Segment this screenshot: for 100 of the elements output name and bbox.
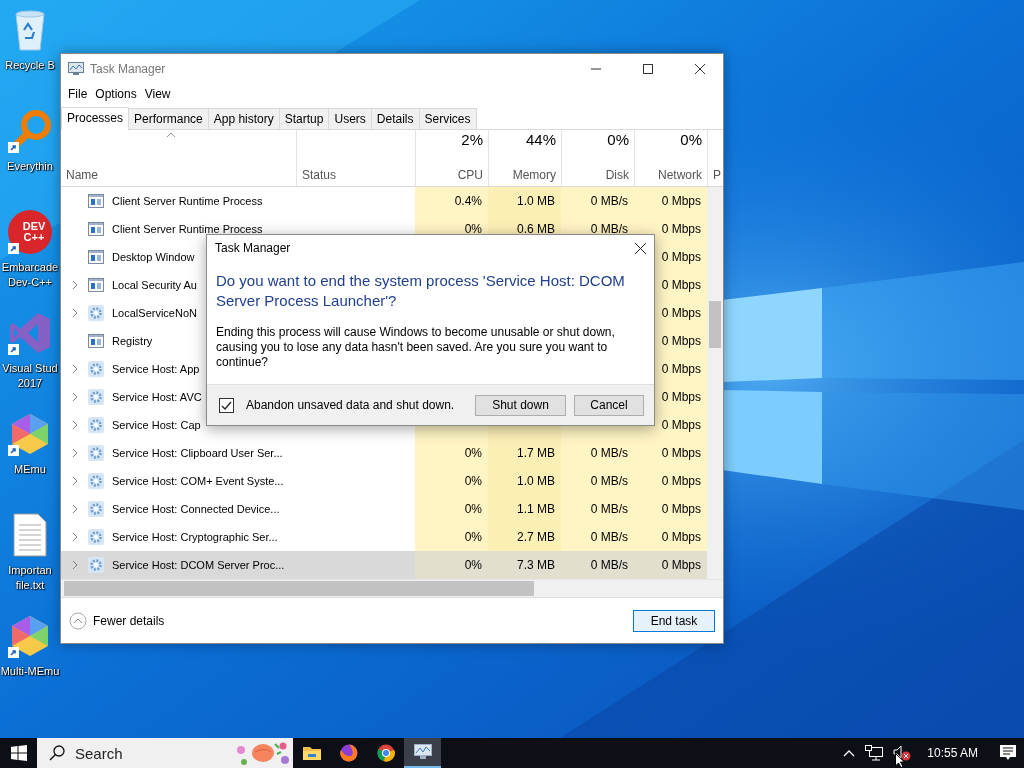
- process-name: Service Host: COM+ Event Syste...: [112, 475, 284, 487]
- shortcut-arrow-icon: [8, 445, 19, 456]
- cancel-button[interactable]: Cancel: [574, 394, 644, 416]
- tab[interactable]: Performance: [128, 108, 209, 129]
- horizontal-scrollbar[interactable]: [61, 579, 723, 597]
- table-cell: 0 MB/s: [590, 222, 628, 236]
- chevron-right-icon[interactable]: [72, 448, 78, 458]
- tab[interactable]: Processes: [61, 107, 130, 130]
- windows-start-icon[interactable]: [10, 745, 27, 761]
- gear-icon: [88, 417, 104, 433]
- chevron-right-icon[interactable]: [72, 308, 78, 318]
- table-cell: 1.0 MB: [517, 194, 555, 208]
- process-row[interactable]: Service Host: COM+ Event Syste... 0% 1.0 MB 0 MB/s 0 Mbps: [61, 467, 707, 495]
- process-row[interactable]: Service Host: Cryptographic Ser... 0% 2.7 MB 0 MB/s 0 Mbps: [61, 523, 707, 551]
- table-cell: 7.3 MB: [517, 558, 555, 572]
- network-icon[interactable]: [865, 745, 884, 761]
- gear-icon: [88, 445, 104, 461]
- table-cell: 0.6 MB: [517, 222, 555, 236]
- shortcut-arrow-icon: [8, 647, 19, 658]
- collapse-icon[interactable]: [69, 611, 87, 630]
- column-header[interactable]: Status: [302, 168, 410, 182]
- process-row[interactable]: Service Host: DCOM Server Proc... 0% 7.3 MB 0 MB/s 0 Mbps: [61, 551, 707, 579]
- process-row[interactable]: Service Host: Connected Device... 0% 1.1 MB 0 MB/s 0 Mbps: [61, 495, 707, 523]
- table-cell: 0 Mbps: [661, 418, 701, 432]
- table-cell: 0 Mbps: [661, 306, 701, 320]
- column-header[interactable]: CPU: [457, 168, 483, 182]
- gear-icon: [88, 361, 104, 377]
- menu-item[interactable]: Options: [91, 87, 141, 101]
- tab[interactable]: App history: [207, 108, 280, 129]
- gear-icon: [88, 305, 104, 321]
- checkbox-label[interactable]: Abandon unsaved data and shut down.: [246, 398, 467, 412]
- table-cell: 0 Mbps: [661, 446, 701, 460]
- column-header[interactable]: Memory: [512, 168, 556, 182]
- gear-icon: [88, 501, 104, 517]
- clock-time[interactable]: 10:55 AM: [927, 746, 978, 760]
- folder-icon[interactable]: [302, 745, 321, 761]
- table-cell: 0%: [464, 474, 482, 488]
- process-name: Service Host: DCOM Server Proc...: [112, 559, 285, 571]
- usage-percent: 2%: [461, 131, 483, 148]
- tab[interactable]: Services: [418, 108, 477, 129]
- shut-down-button[interactable]: Shut down: [475, 394, 566, 416]
- vertical-scrollbar[interactable]: [707, 187, 723, 579]
- table-cell: 0 Mbps: [661, 474, 701, 488]
- menu-item[interactable]: View: [140, 87, 175, 101]
- icon-label[interactable]: MEmu: [14, 462, 46, 477]
- maximize-icon[interactable]: [643, 63, 653, 74]
- icon-label[interactable]: Multi-MEmu: [0, 664, 60, 679]
- fewer-details-link[interactable]: Fewer details: [93, 613, 627, 628]
- chevron-right-icon[interactable]: [72, 420, 78, 430]
- window-icon: [88, 194, 104, 208]
- chevron-up-icon[interactable]: [843, 749, 856, 757]
- chevron-right-icon[interactable]: [72, 280, 78, 290]
- chevron-right-icon[interactable]: [72, 364, 78, 374]
- search-field[interactable]: Search: [37, 738, 293, 768]
- menu-item[interactable]: File: [64, 87, 92, 101]
- process-name: Service Host: Cryptographic Ser...: [112, 531, 278, 543]
- icon-label[interactable]: Importan file.txt: [8, 563, 52, 593]
- table-cell: 0 Mbps: [661, 558, 701, 572]
- table-cell: 2.7 MB: [517, 530, 555, 544]
- process-name: LocalServiceNoN: [112, 307, 197, 319]
- column-header[interactable]: Disk: [605, 168, 629, 182]
- table-cell: 0 Mbps: [661, 362, 701, 376]
- column-header[interactable]: Network: [658, 168, 702, 182]
- table-cell: 0 MB/s: [590, 194, 628, 208]
- gear-icon: [88, 473, 104, 489]
- table-cell: 0%: [464, 530, 482, 544]
- process-name: Service Host: App: [112, 363, 200, 375]
- column-header[interactable]: Name: [66, 168, 291, 182]
- window-icon: [88, 278, 104, 292]
- chevron-right-icon[interactable]: [72, 476, 78, 486]
- close-icon[interactable]: [635, 242, 646, 254]
- usage-percent: 0%: [607, 131, 629, 148]
- process-name: Client Server Runtime Process: [112, 195, 263, 207]
- tab[interactable]: Users: [328, 108, 372, 129]
- monitor-chart-icon[interactable]: [413, 744, 432, 760]
- tab[interactable]: Details: [370, 108, 420, 129]
- table-cell: 0.4%: [454, 194, 482, 208]
- chevron-right-icon[interactable]: [72, 504, 78, 514]
- chevron-right-icon[interactable]: [72, 532, 78, 542]
- mouse-pointer-icon: [895, 753, 905, 768]
- process-row[interactable]: Service Host: Clipboard User Ser... 0% 1.7 MB 0 MB/s 0 Mbps: [61, 439, 707, 467]
- gear-icon: [88, 529, 104, 545]
- browser-circle-icon[interactable]: [376, 744, 395, 762]
- table-cell: 0 Mbps: [661, 530, 701, 544]
- shortcut-arrow-icon: [8, 344, 19, 355]
- icon-label[interactable]: Visual Stud 2017: [2, 361, 58, 391]
- table-cell: 0 MB/s: [590, 474, 628, 488]
- chevron-right-icon[interactable]: [72, 392, 78, 402]
- checkbox[interactable]: [219, 397, 234, 413]
- tab[interactable]: Startup: [278, 108, 330, 129]
- window-title: Task Manager: [90, 61, 167, 76]
- gear-icon: [88, 557, 104, 573]
- chevron-right-icon[interactable]: [72, 560, 78, 570]
- notification-icon[interactable]: [1000, 745, 1016, 761]
- table-cell: 0 MB/s: [590, 530, 628, 544]
- close-icon[interactable]: [695, 63, 705, 74]
- process-row[interactable]: Client Server Runtime Process 0.4% 1.0 MB 0 MB/s 0 Mbps: [61, 187, 707, 215]
- end-task-button[interactable]: End task: [633, 609, 715, 632]
- table-cell: 1.0 MB: [517, 474, 555, 488]
- browser-globe-icon[interactable]: [339, 744, 358, 762]
